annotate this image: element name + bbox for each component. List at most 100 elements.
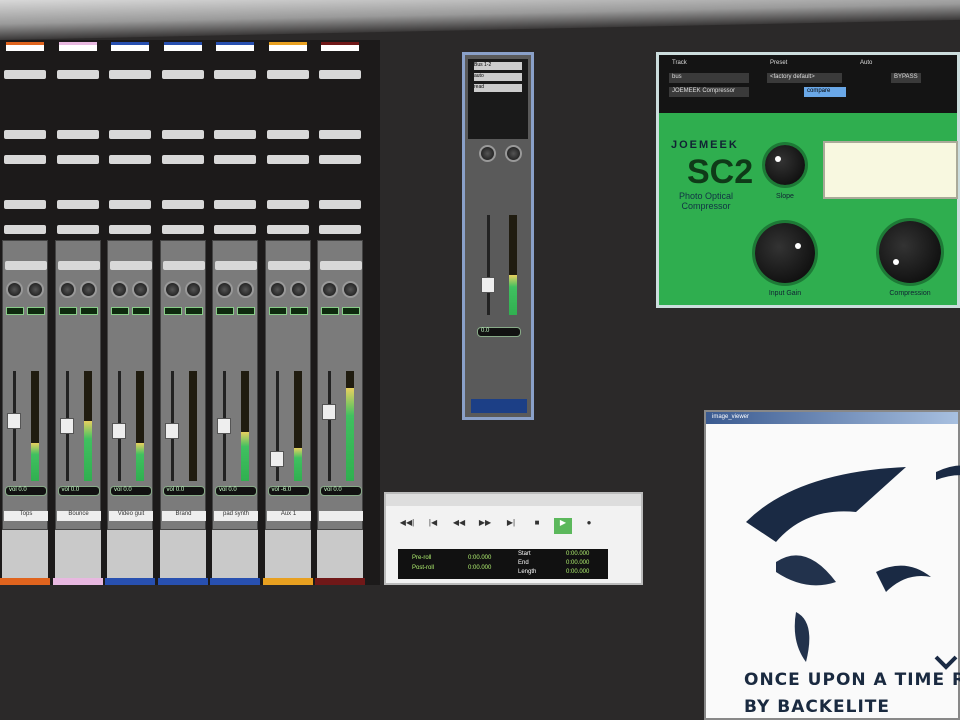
end-value[interactable]: 0:00.000 [566, 560, 589, 566]
insert-slot[interactable] [56, 155, 99, 164]
io-selector[interactable] [58, 42, 97, 51]
insert-slot[interactable] [161, 155, 204, 164]
track-name[interactable]: pad synth [214, 511, 258, 521]
insert-slot[interactable] [56, 200, 99, 209]
volume-fader[interactable] [481, 277, 495, 293]
pan-knob-left[interactable] [163, 281, 181, 298]
insert-slot[interactable] [319, 225, 361, 234]
group-selector[interactable] [57, 261, 100, 270]
group-selector[interactable] [215, 261, 257, 270]
pan-knob-right[interactable] [342, 281, 359, 298]
transport-button[interactable]: ■ [528, 518, 546, 534]
track-name[interactable]: Brand [161, 511, 206, 521]
bus-selector[interactable]: Bus 1-2 [474, 62, 522, 70]
insert-slot[interactable] [214, 130, 256, 139]
insert-slot[interactable] [319, 130, 361, 139]
insert-slot[interactable] [4, 130, 46, 139]
insert-slot[interactable] [109, 200, 151, 209]
group-selector[interactable] [110, 261, 152, 270]
automation-read[interactable]: read [474, 84, 522, 92]
track-name[interactable]: Tops [4, 511, 48, 521]
insert-slot[interactable] [214, 70, 256, 79]
insert-slot[interactable] [266, 200, 309, 209]
insert-slot[interactable] [56, 225, 99, 234]
track-name[interactable] [319, 511, 363, 521]
insert-slot[interactable] [4, 70, 46, 79]
pan-knob-right[interactable] [184, 281, 202, 298]
start-value[interactable]: 0:00.000 [566, 551, 589, 557]
volume-fader[interactable] [59, 418, 74, 434]
pan-knob-right[interactable] [27, 281, 44, 298]
io-selector[interactable] [111, 42, 149, 51]
transport-button[interactable]: ▶| [502, 518, 520, 534]
volume-fader[interactable] [322, 403, 336, 420]
pan-knob-left[interactable] [111, 281, 128, 298]
insert-slot[interactable] [109, 225, 151, 234]
insert-slot[interactable] [266, 70, 309, 79]
insert-slot[interactable] [4, 200, 46, 209]
insert-slot[interactable] [319, 155, 361, 164]
insert-slot[interactable] [266, 225, 309, 234]
transport-button[interactable]: ● [580, 518, 598, 534]
track-selector[interactable]: bus [669, 73, 749, 83]
preset-selector[interactable]: <factory default> [767, 73, 842, 83]
io-selector[interactable] [321, 42, 359, 51]
insert-slot[interactable] [109, 155, 151, 164]
pan-knob-right[interactable] [79, 281, 97, 298]
pan-knob-left[interactable] [216, 281, 233, 298]
transport-button[interactable]: ◀◀| [398, 518, 416, 534]
pan-knob-left[interactable] [321, 281, 338, 298]
io-selector[interactable] [216, 42, 254, 51]
pan-knob-left[interactable] [268, 281, 286, 298]
bypass-button[interactable]: BYPASS [891, 73, 921, 83]
insert-slot[interactable] [4, 155, 46, 164]
plugin-selector[interactable]: JOEMEEK Compressor [669, 87, 749, 97]
pan-knob-left[interactable] [58, 281, 76, 298]
io-selector[interactable] [268, 42, 307, 51]
automation-mode[interactable]: auto [474, 73, 522, 81]
volume-fader[interactable] [112, 422, 126, 439]
pre-roll-value[interactable]: 0:00.000 [468, 555, 491, 561]
group-selector[interactable] [267, 261, 310, 270]
volume-fader[interactable] [7, 413, 21, 430]
insert-slot[interactable] [161, 130, 204, 139]
track-name[interactable]: Video guit [109, 511, 153, 521]
pan-knob-left[interactable] [479, 145, 496, 162]
insert-slot[interactable] [214, 155, 256, 164]
pan-knob-right[interactable] [132, 281, 149, 298]
group-selector[interactable] [5, 261, 47, 270]
group-selector[interactable] [162, 261, 205, 270]
length-value[interactable]: 0:00.000 [566, 569, 589, 575]
post-roll-value[interactable]: 0:00.000 [468, 565, 491, 571]
volume-fader[interactable] [164, 422, 179, 439]
pan-knob-left[interactable] [6, 281, 23, 298]
volume-fader[interactable] [217, 418, 231, 434]
compression-knob[interactable] [879, 221, 941, 283]
group-selector[interactable] [320, 261, 362, 270]
insert-slot[interactable] [56, 70, 99, 79]
insert-slot[interactable] [109, 70, 151, 79]
slope-knob[interactable] [765, 145, 805, 185]
transport-button[interactable]: |◀ [424, 518, 442, 534]
io-selector[interactable] [6, 42, 44, 51]
insert-slot[interactable] [214, 200, 256, 209]
input-gain-knob[interactable] [755, 223, 815, 283]
insert-slot[interactable] [56, 130, 99, 139]
track-name[interactable]: Bounce [56, 511, 101, 521]
compare-button[interactable]: compare [804, 87, 846, 97]
insert-slot[interactable] [161, 200, 204, 209]
insert-slot[interactable] [109, 130, 151, 139]
insert-slot[interactable] [319, 200, 361, 209]
insert-slot[interactable] [266, 130, 309, 139]
insert-slot[interactable] [266, 155, 309, 164]
insert-slot[interactable] [319, 70, 361, 79]
insert-slot[interactable] [161, 225, 204, 234]
transport-button[interactable]: ▶▶ [476, 518, 494, 534]
insert-slot[interactable] [4, 225, 46, 234]
volume-fader[interactable] [269, 450, 284, 467]
pan-knob-right[interactable] [505, 145, 522, 162]
insert-slot[interactable] [214, 225, 256, 234]
transport-button[interactable]: ▶ [554, 518, 572, 534]
pan-knob-right[interactable] [237, 281, 254, 298]
track-name[interactable]: Aux 1 [266, 511, 311, 521]
